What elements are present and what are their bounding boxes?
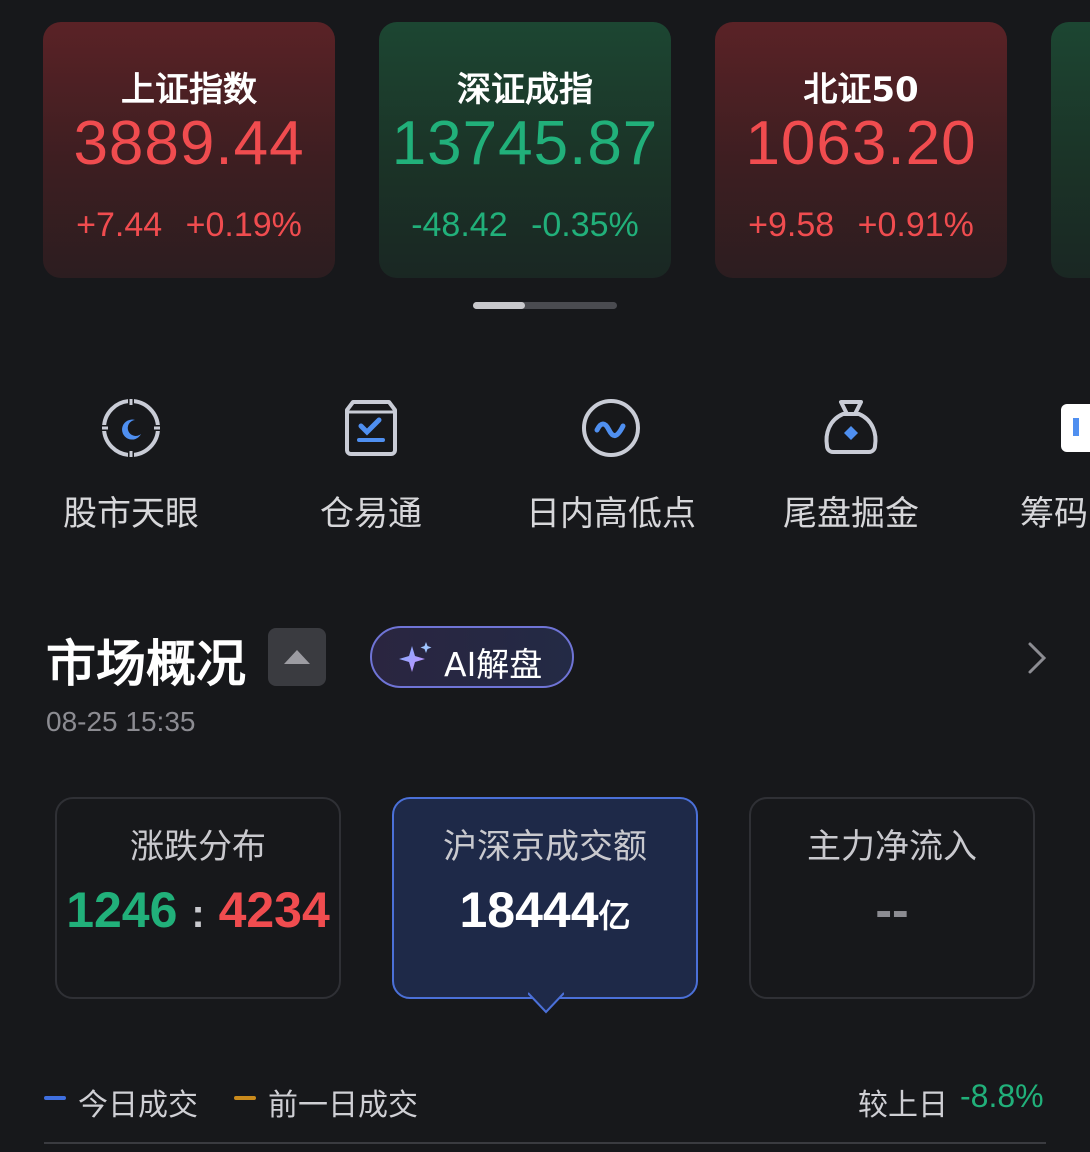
index-value: 3889.44 — [73, 109, 305, 178]
stat-label: 主力净流入 — [807, 827, 977, 867]
carousel-scroll-indicator — [473, 302, 617, 309]
wave-circle-icon — [582, 399, 640, 457]
shortcut-label: 股市天眼 — [63, 494, 199, 534]
index-name: 北证50 — [803, 70, 919, 110]
rise-fall-counts: 1246 : 4234 — [66, 882, 330, 938]
chart-frame — [44, 1142, 1046, 1152]
shortcut-chips[interactable]: 筹码 — [991, 390, 1090, 550]
index-card-shenzhen[interactable]: 深证成指 13745.87 -48.42 -0.35% — [379, 22, 671, 278]
checklist-box-icon — [345, 400, 397, 456]
shortcut-label: 仓易通 — [320, 494, 422, 534]
selected-pointer — [528, 992, 564, 1014]
fall-count: 4234 — [218, 882, 330, 938]
ai-analysis-button[interactable]: AI解盘 — [370, 626, 574, 688]
legend-today-line — [44, 1096, 66, 1100]
eye-target-icon — [101, 398, 161, 458]
index-change: -48.42 -0.35% — [411, 206, 639, 244]
index-value: 1063.20 — [745, 109, 977, 178]
chevron-right-icon[interactable] — [1022, 640, 1052, 676]
update-timestamp: 08-25 15:35 — [46, 706, 196, 737]
compare-value: -8.8% — [960, 1078, 1044, 1114]
turnover-card[interactable]: 沪深京成交额 18444亿 — [392, 797, 698, 999]
index-card-partial[interactable] — [1051, 22, 1090, 278]
index-change: +7.44 +0.19% — [76, 206, 302, 244]
index-card-bse50[interactable]: 北证50 1063.20 +9.58 +0.91% — [715, 22, 1007, 278]
turnover-value: 18444亿 — [459, 882, 631, 938]
index-card-shanghai[interactable]: 上证指数 3889.44 +7.44 +0.19% — [43, 22, 335, 278]
shortcut-stock-eye[interactable]: 股市天眼 — [31, 390, 231, 550]
index-name: 上证指数 — [121, 70, 257, 110]
legend-today: 今日成交 — [78, 1088, 198, 1123]
market-overview-title: 市场概况 — [46, 635, 246, 693]
compare-label: 较上日 — [858, 1088, 948, 1123]
shortcut-closing-gold[interactable]: 尾盘掘金 — [751, 390, 951, 550]
legend-prev: 前一日成交 — [268, 1088, 418, 1123]
rise-fall-distribution-card[interactable]: 涨跌分布 1246 : 4234 — [55, 797, 341, 999]
index-value: 13745.87 — [391, 109, 659, 178]
inflow-value: -- — [875, 882, 909, 938]
shortcut-label: 筹码 — [1020, 494, 1088, 534]
stat-label: 沪深京成交额 — [443, 827, 647, 867]
shortcut-intraday-high-low[interactable]: 日内高低点 — [511, 390, 711, 550]
shortcut-label: 日内高低点 — [526, 494, 696, 534]
collapse-toggle-button[interactable] — [268, 628, 326, 686]
sparkle-icon — [399, 642, 432, 672]
index-change: +9.58 +0.91% — [748, 206, 974, 244]
money-bag-icon — [824, 400, 878, 454]
index-name: 深证成指 — [457, 70, 593, 110]
main-net-inflow-card[interactable]: 主力净流入 -- — [749, 797, 1035, 999]
shortcut-label: 尾盘掘金 — [783, 494, 919, 534]
shortcut-position[interactable]: 仓易通 — [271, 390, 471, 550]
stat-label: 涨跌分布 — [130, 827, 266, 867]
rise-count: 1246 — [66, 882, 178, 938]
ai-analysis-label: AI解盘 — [444, 645, 543, 684]
chip-icon — [1061, 404, 1090, 452]
legend-prev-line — [234, 1096, 256, 1100]
